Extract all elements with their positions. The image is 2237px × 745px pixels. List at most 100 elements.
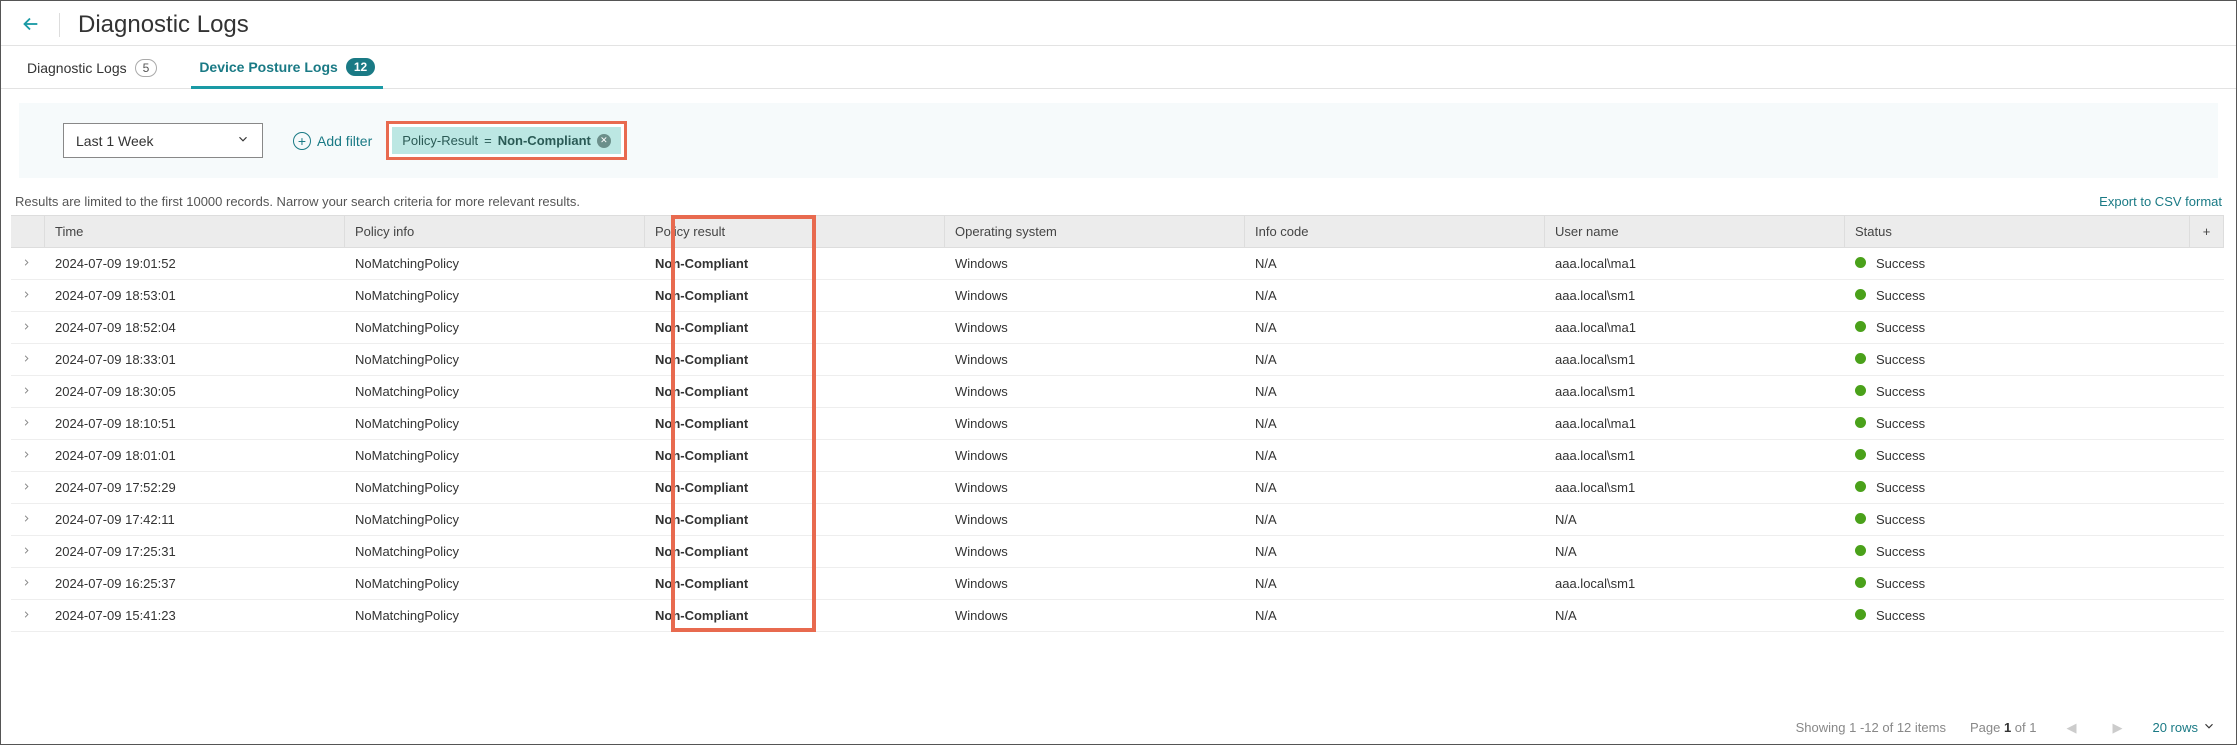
col-expand	[11, 216, 45, 247]
chip-remove-icon[interactable]: ✕	[597, 134, 611, 148]
table-row[interactable]: 2024-07-09 19:01:52NoMatchingPolicyNon-C…	[11, 248, 2224, 280]
expand-row-icon[interactable]	[11, 440, 45, 471]
tab-count-badge: 12	[346, 58, 375, 76]
page-header: Diagnostic Logs	[1, 1, 2236, 46]
cell-time: 2024-07-09 18:10:51	[45, 408, 345, 439]
cell-policy-info: NoMatchingPolicy	[345, 312, 645, 343]
cell-status: Success	[1845, 344, 2190, 375]
cell-operating-system: Windows	[945, 568, 1245, 599]
expand-row-icon[interactable]	[11, 600, 45, 631]
filter-chip-policy-result[interactable]: Policy-Result = Non-Compliant ✕	[392, 127, 621, 154]
cell-policy-result: Non-Compliant	[645, 600, 945, 631]
cell-user-name: aaa.local\sm1	[1545, 568, 1845, 599]
cell-time: 2024-07-09 17:25:31	[45, 536, 345, 567]
back-icon[interactable]	[19, 13, 41, 38]
cell-time: 2024-07-09 18:53:01	[45, 280, 345, 311]
col-policy-info[interactable]: Policy info	[345, 216, 645, 247]
prev-page-button[interactable]: ◀	[2060, 720, 2082, 736]
cell-operating-system: Windows	[945, 376, 1245, 407]
tab-count-badge: 5	[135, 59, 158, 77]
showing-text: Showing 1 -12 of 12 items	[1796, 720, 1946, 735]
add-filter-button[interactable]: + Add filter	[293, 132, 372, 150]
cell-operating-system: Windows	[945, 472, 1245, 503]
cell-user-name: aaa.local\ma1	[1545, 312, 1845, 343]
time-range-select[interactable]: Last 1 Week	[63, 123, 263, 158]
cell-info-code: N/A	[1245, 600, 1545, 631]
expand-row-icon[interactable]	[11, 248, 45, 279]
cell-user-name: aaa.local\sm1	[1545, 280, 1845, 311]
status-success-icon	[1855, 353, 1866, 364]
cell-time: 2024-07-09 17:52:29	[45, 472, 345, 503]
cell-user-name: N/A	[1545, 536, 1845, 567]
col-policy-result[interactable]: Policy result	[645, 216, 945, 247]
cell-policy-result: Non-Compliant	[645, 568, 945, 599]
col-status[interactable]: Status	[1845, 216, 2190, 247]
table-row[interactable]: 2024-07-09 17:25:31NoMatchingPolicyNon-C…	[11, 536, 2224, 568]
tab-device-posture-logs[interactable]: Device Posture Logs 12	[191, 46, 383, 89]
expand-row-icon[interactable]	[11, 408, 45, 439]
cell-policy-info: NoMatchingPolicy	[345, 344, 645, 375]
cell-policy-info: NoMatchingPolicy	[345, 440, 645, 471]
cell-policy-result: Non-Compliant	[645, 536, 945, 567]
cell-policy-info: NoMatchingPolicy	[345, 600, 645, 631]
expand-row-icon[interactable]	[11, 536, 45, 567]
cell-policy-info: NoMatchingPolicy	[345, 504, 645, 535]
tab-diagnostic-logs[interactable]: Diagnostic Logs 5	[19, 46, 165, 88]
tab-label: Device Posture Logs	[199, 59, 338, 75]
cell-status: Success	[1845, 440, 2190, 471]
next-page-button[interactable]: ▶	[2106, 720, 2128, 736]
cell-operating-system: Windows	[945, 248, 1245, 279]
table-row[interactable]: 2024-07-09 15:41:23NoMatchingPolicyNon-C…	[11, 600, 2224, 632]
cell-operating-system: Windows	[945, 408, 1245, 439]
rows-per-page-select[interactable]: 20 rows	[2152, 719, 2216, 736]
table-row[interactable]: 2024-07-09 18:33:01NoMatchingPolicyNon-C…	[11, 344, 2224, 376]
expand-row-icon[interactable]	[11, 568, 45, 599]
page-title: Diagnostic Logs	[78, 11, 249, 39]
table-body: 2024-07-09 19:01:52NoMatchingPolicyNon-C…	[11, 248, 2224, 632]
add-column-button[interactable]: +	[2190, 216, 2224, 247]
cell-status: Success	[1845, 568, 2190, 599]
table-row[interactable]: 2024-07-09 18:52:04NoMatchingPolicyNon-C…	[11, 312, 2224, 344]
cell-policy-info: NoMatchingPolicy	[345, 248, 645, 279]
table-row[interactable]: 2024-07-09 18:01:01NoMatchingPolicyNon-C…	[11, 440, 2224, 472]
col-time[interactable]: Time	[45, 216, 345, 247]
col-info-code[interactable]: Info code	[1245, 216, 1545, 247]
cell-policy-info: NoMatchingPolicy	[345, 280, 645, 311]
expand-row-icon[interactable]	[11, 280, 45, 311]
expand-row-icon[interactable]	[11, 504, 45, 535]
cell-status: Success	[1845, 376, 2190, 407]
col-user-name[interactable]: User name	[1545, 216, 1845, 247]
cell-policy-result: Non-Compliant	[645, 280, 945, 311]
table-footer: Showing 1 -12 of 12 items Page 1 of 1 ◀ …	[1796, 719, 2216, 736]
cell-status: Success	[1845, 280, 2190, 311]
table-row[interactable]: 2024-07-09 18:30:05NoMatchingPolicyNon-C…	[11, 376, 2224, 408]
status-success-icon	[1855, 257, 1866, 268]
col-operating-system[interactable]: Operating system	[945, 216, 1245, 247]
cell-policy-info: NoMatchingPolicy	[345, 408, 645, 439]
cell-status: Success	[1845, 472, 2190, 503]
cell-info-code: N/A	[1245, 408, 1545, 439]
chip-value: Non-Compliant	[498, 133, 591, 148]
cell-operating-system: Windows	[945, 344, 1245, 375]
table-row[interactable]: 2024-07-09 18:10:51NoMatchingPolicyNon-C…	[11, 408, 2224, 440]
expand-row-icon[interactable]	[11, 376, 45, 407]
cell-info-code: N/A	[1245, 568, 1545, 599]
cell-policy-result: Non-Compliant	[645, 504, 945, 535]
export-csv-link[interactable]: Export to CSV format	[2099, 194, 2222, 209]
expand-row-icon[interactable]	[11, 472, 45, 503]
table-row[interactable]: 2024-07-09 17:42:11NoMatchingPolicyNon-C…	[11, 504, 2224, 536]
status-success-icon	[1855, 609, 1866, 620]
cell-policy-result: Non-Compliant	[645, 344, 945, 375]
cell-info-code: N/A	[1245, 440, 1545, 471]
table-row[interactable]: 2024-07-09 17:52:29NoMatchingPolicyNon-C…	[11, 472, 2224, 504]
expand-row-icon[interactable]	[11, 312, 45, 343]
cell-operating-system: Windows	[945, 312, 1245, 343]
status-success-icon	[1855, 449, 1866, 460]
cell-info-code: N/A	[1245, 536, 1545, 567]
table-row[interactable]: 2024-07-09 16:25:37NoMatchingPolicyNon-C…	[11, 568, 2224, 600]
message-row: Results are limited to the first 10000 r…	[1, 178, 2236, 215]
expand-row-icon[interactable]	[11, 344, 45, 375]
cell-info-code: N/A	[1245, 504, 1545, 535]
cell-time: 2024-07-09 18:30:05	[45, 376, 345, 407]
table-row[interactable]: 2024-07-09 18:53:01NoMatchingPolicyNon-C…	[11, 280, 2224, 312]
